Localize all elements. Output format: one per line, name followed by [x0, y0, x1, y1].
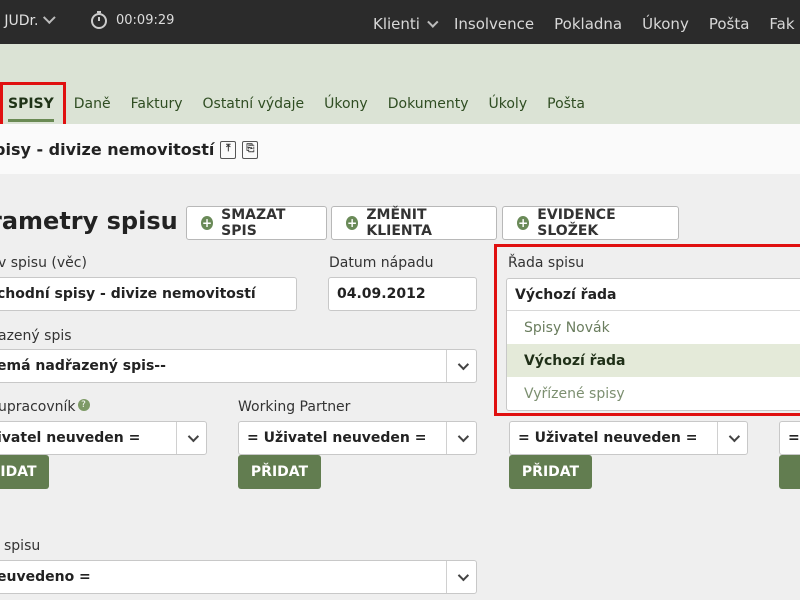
collaborator-select[interactable]: ivatel neuveden =: [0, 421, 207, 455]
file-series-label: Řada spisu: [508, 255, 585, 271]
plus-icon: +: [346, 216, 359, 230]
main-menu: Klienti Insolvence Pokladna Úkony Pošta …: [373, 15, 795, 33]
parent-file-select[interactable]: emá nadřazený spis--: [0, 349, 477, 383]
user-name: l JUDr.: [0, 13, 39, 29]
dropdown-option[interactable]: Spisy Novák: [507, 311, 800, 344]
attach-icon[interactable]: ⎘: [242, 140, 259, 159]
date-label: Datum nápadu: [329, 255, 434, 271]
select-value: ivatel neuveden =: [0, 430, 141, 446]
add-collaborator-button[interactable]: IDAT: [0, 455, 49, 489]
select-value: =: [788, 430, 800, 446]
tab-spisy[interactable]: SPISY: [8, 96, 54, 122]
menu-item-faktury[interactable]: Fak: [769, 15, 794, 33]
tab-ukoly[interactable]: Úkoly: [489, 96, 528, 112]
button-label: ZMĚNIT KLIENTA: [366, 207, 432, 239]
tab-ukony[interactable]: Úkony: [324, 96, 368, 112]
help-icon[interactable]: ?: [77, 399, 90, 411]
file-series-dropdown[interactable]: Výchozí řada Spisy Novák Výchozí řada Vy…: [506, 278, 800, 411]
chevron-down-icon: [446, 422, 476, 454]
chevron-down-icon: [717, 422, 747, 454]
file-name-label: v spisu (věc): [0, 255, 87, 271]
title-band: pisy - divize nemovitostí ⤒ ⎘: [0, 124, 800, 174]
collaborator-label-text: upracovník: [0, 399, 76, 415]
select-value: = Uživatel neuveden =: [247, 430, 427, 446]
chevron-down-icon: [43, 11, 57, 25]
fourth-user-select[interactable]: =: [779, 421, 800, 455]
file-series-current[interactable]: Výchozí řada: [507, 279, 800, 311]
tab-faktury[interactable]: Faktury: [131, 96, 183, 112]
page-title-text: pisy - divize nemovitostí: [0, 140, 215, 159]
delete-file-button[interactable]: + SMAZAT SPIS: [186, 206, 327, 240]
third-user-select[interactable]: = Uživatel neuveden =: [509, 421, 748, 455]
select-value: euvedeno =: [0, 569, 91, 585]
tab-ostatni-vydaje[interactable]: Ostatní výdaje: [203, 96, 305, 112]
add-third-button[interactable]: PŘIDAT: [509, 455, 592, 489]
plus-icon: +: [201, 216, 214, 230]
tab-bar: SPISY Daně Faktury Ostatní výdaje Úkony …: [8, 96, 605, 122]
parent-file-label: azený spis: [0, 328, 72, 344]
tab-dane[interactable]: Daně: [74, 96, 111, 112]
tab-dokumenty[interactable]: Dokumenty: [388, 96, 469, 112]
timer[interactable]: 00:09:29: [90, 10, 174, 30]
working-partner-label: Working Partner: [238, 399, 351, 415]
change-client-button[interactable]: + ZMĚNIT KLIENTA: [331, 206, 497, 240]
chevron-down-icon: [446, 561, 476, 593]
timer-value: 00:09:29: [116, 12, 175, 28]
file-name-input[interactable]: chodní spisy - divize nemovitostí: [0, 277, 297, 311]
add-partner-button[interactable]: PŘIDAT: [238, 455, 321, 489]
menu-item-klienti[interactable]: Klienti: [373, 15, 439, 33]
user-menu[interactable]: l JUDr.: [0, 11, 57, 29]
top-bar: l JUDr. 00:09:29 Klienti Insolvence Pokl…: [0, 0, 800, 44]
file-state-select[interactable]: euvedeno =: [0, 560, 477, 594]
dropdown-option[interactable]: Vyřízené spisy: [507, 377, 800, 410]
menu-item-pokladna[interactable]: Pokladna: [554, 15, 622, 33]
button-label: SMAZAT SPIS: [221, 207, 286, 239]
button-label: EVIDENCE SLOŽEK: [537, 207, 616, 239]
folders-button[interactable]: + EVIDENCE SLOŽEK: [502, 206, 679, 240]
menu-item-posta[interactable]: Pošta: [709, 15, 750, 33]
sub-navigation: SPISY Daně Faktury Ostatní výdaje Úkony …: [0, 44, 800, 124]
chevron-down-icon: [427, 16, 439, 28]
tab-posta[interactable]: Pošta: [547, 96, 585, 112]
collaborator-label: upracovník?: [0, 399, 90, 415]
add-fourth-button[interactable]: [779, 455, 800, 489]
date-input[interactable]: 04.09.2012: [328, 277, 477, 311]
chevron-down-icon: [446, 350, 476, 382]
export-icon[interactable]: ⤒: [220, 140, 237, 159]
dropdown-option-selected[interactable]: Výchozí řada: [507, 344, 800, 377]
file-state-label: spisu: [4, 538, 41, 554]
select-value: emá nadřazený spis--: [0, 358, 166, 374]
plus-icon: +: [517, 216, 530, 230]
page-title: pisy - divize nemovitostí ⤒ ⎘: [0, 140, 259, 159]
menu-label: Klienti: [373, 15, 420, 33]
chevron-down-icon: [176, 422, 206, 454]
working-partner-select[interactable]: = Uživatel neuveden =: [238, 421, 477, 455]
stopwatch-icon: [91, 11, 107, 29]
select-value: = Uživatel neuveden =: [518, 430, 698, 446]
menu-item-ukony[interactable]: Úkony: [642, 15, 689, 33]
menu-item-insolvence[interactable]: Insolvence: [454, 15, 534, 33]
section-title: rametry spisu: [0, 207, 178, 235]
